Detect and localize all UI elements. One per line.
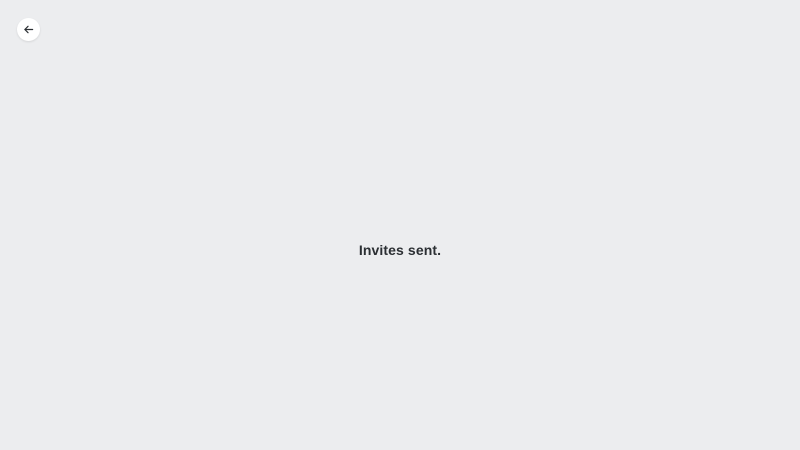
- invite-confirmation-page: Invites sent.: [0, 0, 800, 450]
- back-button[interactable]: [17, 18, 40, 41]
- arrow-left-icon: [23, 24, 34, 35]
- status-message: Invites sent.: [358, 242, 442, 258]
